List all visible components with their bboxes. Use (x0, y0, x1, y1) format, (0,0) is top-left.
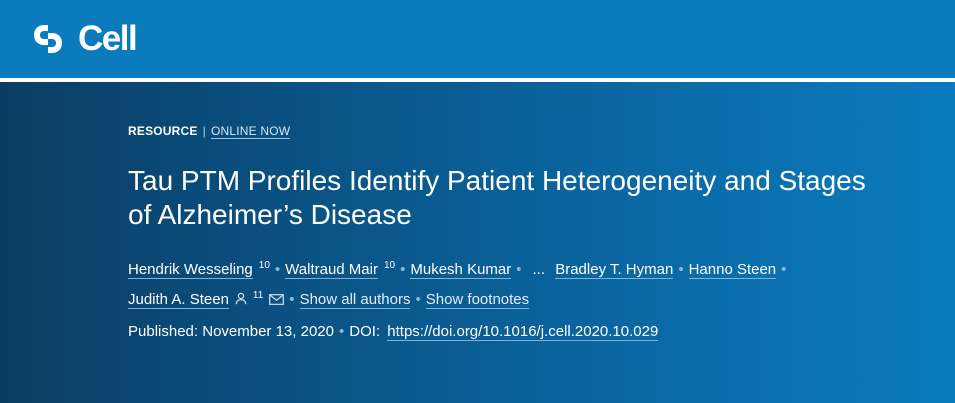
article-header: RESOURCE | ONLINE NOW Tau PTM Profiles Ide… (0, 82, 955, 403)
show-footnotes-link[interactable]: Show footnotes (425, 291, 530, 309)
online-now-link[interactable]: ONLINE NOW (210, 124, 291, 139)
person-icon[interactable] (235, 292, 247, 305)
author-item: Judith A. Steen 11 (128, 290, 285, 309)
author-separator: • (516, 261, 522, 278)
author-item: Hanno Steen (688, 261, 777, 279)
info-separator: • (338, 323, 345, 340)
author-separator: • (781, 261, 787, 278)
author-separator: • (415, 291, 421, 308)
author-separator: • (274, 261, 281, 278)
author-link[interactable]: Hendrik Wesseling (128, 261, 253, 279)
author-item: Mukesh Kumar (410, 261, 512, 279)
author-affiliation[interactable]: 10 (259, 260, 270, 271)
author-link[interactable]: Mukesh Kumar (410, 261, 512, 279)
author-link[interactable]: Hanno Steen (688, 261, 777, 279)
article-type-label: RESOURCE (128, 124, 198, 138)
authors-ellipsis: ... (532, 261, 546, 278)
author-separator: • (678, 261, 684, 278)
doi-label: DOI: (349, 323, 381, 340)
author-affiliation[interactable]: 10 (384, 260, 395, 271)
author-link[interactable]: Waltraud Mair (285, 261, 378, 279)
cell-logo[interactable]: Cell (30, 19, 138, 58)
author-separator: • (289, 291, 295, 308)
site-header: Cell (0, 0, 955, 78)
author-item: Waltraud Mair 10 (285, 260, 395, 279)
author-separator: • (400, 261, 406, 278)
author-affiliation[interactable]: 11 (253, 290, 263, 301)
published-date: November 13, 2020 (202, 323, 334, 340)
brand-name: Cell (78, 19, 138, 58)
mail-icon[interactable] (269, 294, 285, 305)
publication-info: Published: November 13, 2020 • DOI: https:… (128, 322, 659, 342)
cell-press-logo-icon (34, 25, 62, 53)
show-all-authors-link[interactable]: Show all authors (299, 291, 411, 309)
label-separator: | (202, 124, 206, 138)
published-label: Published: (128, 323, 199, 340)
author-link[interactable]: Bradley T. Hyman (555, 261, 674, 279)
author-link[interactable]: Judith A. Steen (128, 291, 229, 309)
article-title: Tau PTM Profiles Identify Patient Hetero… (128, 165, 866, 230)
author-list: Hendrik Wesseling 10 • Waltraud Mair 10 • Muke… (128, 253, 888, 313)
author-item: Bradley T. Hyman (555, 261, 674, 279)
doi-link[interactable]: https://doi.org/10.1016/j.cell.2020.10.0… (387, 323, 659, 341)
article-labels: RESOURCE | ONLINE NOW (128, 124, 291, 139)
author-item: Hendrik Wesseling 10 (128, 260, 270, 279)
